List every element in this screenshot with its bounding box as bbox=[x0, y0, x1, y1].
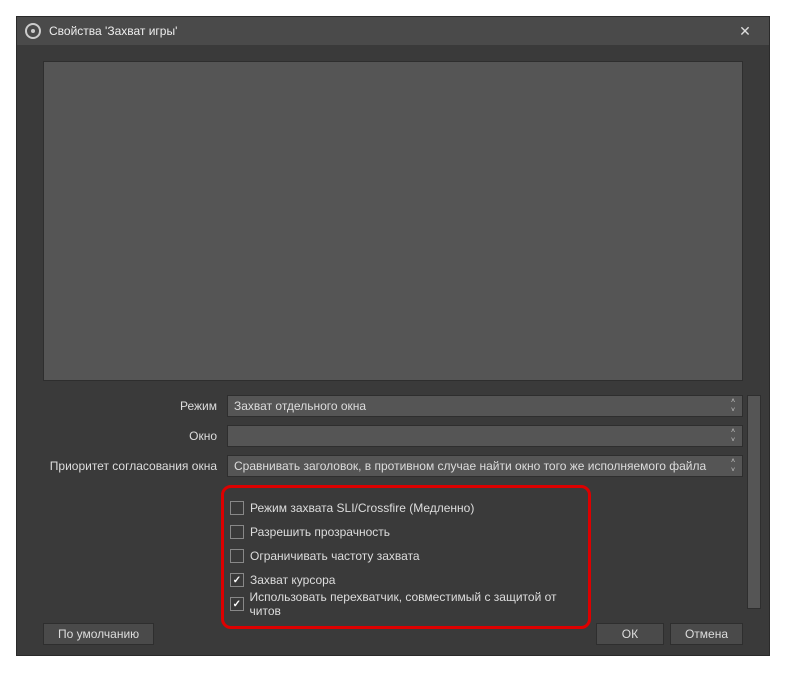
cancel-button[interactable]: Отмена bbox=[670, 623, 743, 645]
check-label-limitfps: Ограничивать частоту захвата bbox=[250, 549, 420, 563]
scrollbar[interactable] bbox=[747, 395, 761, 609]
preview-area bbox=[43, 61, 743, 381]
row-mode: Режим Захват отдельного окна ˄˅ bbox=[43, 395, 743, 417]
checkbox-transparency[interactable] bbox=[230, 525, 244, 539]
spinner-icon: ˄˅ bbox=[726, 427, 740, 445]
close-icon[interactable]: ✕ bbox=[729, 23, 761, 40]
check-row-cursor[interactable]: Захват курсора bbox=[230, 570, 578, 590]
footer: По умолчанию ОК Отмена bbox=[43, 623, 743, 645]
dialog-window: Свойства 'Захват игры' ✕ Режим Захват от… bbox=[16, 16, 770, 656]
content: Режим Захват отдельного окна ˄˅ Окно ˄˅ bbox=[17, 45, 769, 655]
dropdown-mode-value: Захват отдельного окна bbox=[234, 399, 366, 413]
check-row-sli[interactable]: Режим захвата SLI/Crossfire (Медленно) bbox=[230, 498, 578, 518]
scrollbar-thumb[interactable] bbox=[748, 396, 760, 608]
app-icon bbox=[25, 23, 41, 39]
dropdown-priority[interactable]: Сравнивать заголовок, в противном случае… bbox=[227, 455, 743, 477]
check-label-anticheat: Использовать перехватчик, совместимый с … bbox=[250, 590, 578, 618]
checkbox-anticheat[interactable] bbox=[230, 597, 244, 611]
check-row-limitfps[interactable]: Ограничивать частоту захвата bbox=[230, 546, 578, 566]
form-area: Режим Захват отдельного окна ˄˅ Окно ˄˅ bbox=[43, 395, 743, 639]
label-mode: Режим bbox=[43, 399, 221, 413]
check-label-cursor: Захват курсора bbox=[250, 573, 335, 587]
check-label-sli: Режим захвата SLI/Crossfire (Медленно) bbox=[250, 501, 474, 515]
spinner-icon: ˄˅ bbox=[726, 457, 740, 475]
check-row-transparency[interactable]: Разрешить прозрачность bbox=[230, 522, 578, 542]
label-window: Окно bbox=[43, 429, 221, 443]
window-title: Свойства 'Захват игры' bbox=[49, 24, 721, 38]
checkbox-sli[interactable] bbox=[230, 501, 244, 515]
dropdown-mode[interactable]: Захват отдельного окна ˄˅ bbox=[227, 395, 743, 417]
checkbox-cursor[interactable] bbox=[230, 573, 244, 587]
defaults-button[interactable]: По умолчанию bbox=[43, 623, 154, 645]
row-priority: Приоритет согласования окна Сравнивать з… bbox=[43, 455, 743, 477]
checkbox-limitfps[interactable] bbox=[230, 549, 244, 563]
titlebar: Свойства 'Захват игры' ✕ bbox=[17, 17, 769, 45]
check-row-anticheat[interactable]: Использовать перехватчик, совместимый с … bbox=[230, 594, 578, 614]
ok-button[interactable]: ОК bbox=[596, 623, 664, 645]
dropdown-priority-value: Сравнивать заголовок, в противном случае… bbox=[234, 459, 706, 473]
dropdown-window[interactable]: ˄˅ bbox=[227, 425, 743, 447]
spinner-icon: ˄˅ bbox=[726, 397, 740, 415]
row-window: Окно ˄˅ bbox=[43, 425, 743, 447]
check-label-transparency: Разрешить прозрачность bbox=[250, 525, 390, 539]
label-priority: Приоритет согласования окна bbox=[43, 459, 221, 473]
highlight-annotation: Режим захвата SLI/Crossfire (Медленно) Р… bbox=[221, 485, 591, 629]
